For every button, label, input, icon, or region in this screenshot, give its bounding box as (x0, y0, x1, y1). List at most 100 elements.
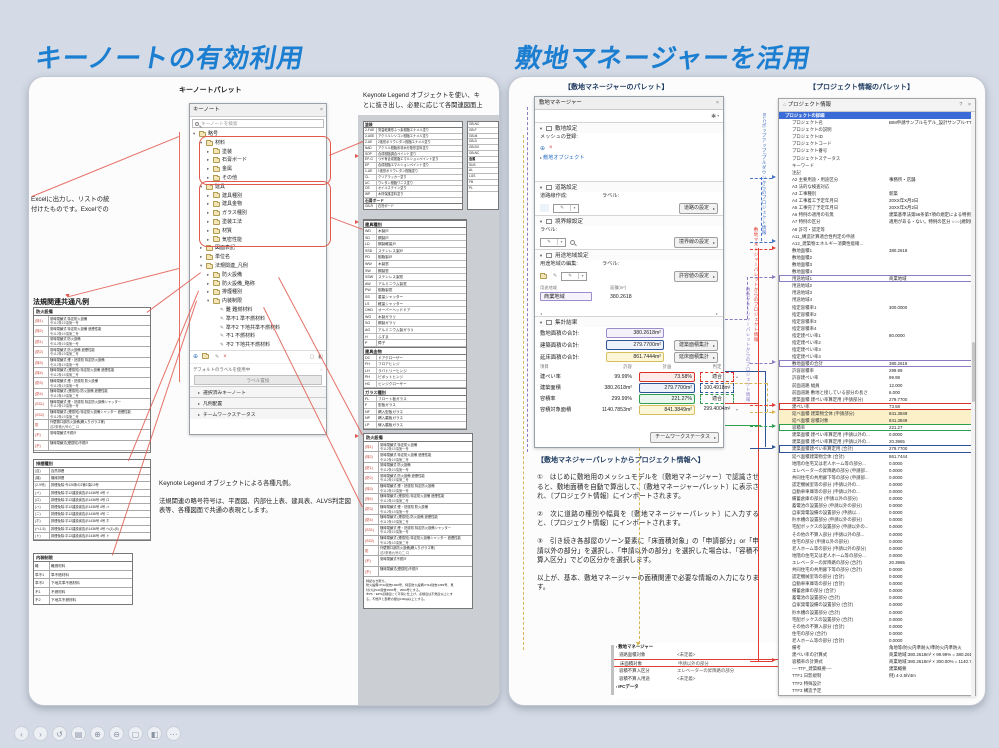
property-row[interactable]: 認定機械室等の部分 (申請以外の...0.0000 (779, 481, 975, 488)
property-row[interactable]: プロジェクトコード (779, 140, 975, 147)
property-row[interactable]: プロジェクト番号 (779, 147, 975, 154)
property-row[interactable]: プロジェクトステータス (779, 155, 975, 162)
section-zoning-settings[interactable]: ▼用途地域設定 (535, 249, 723, 260)
property-row[interactable]: 地階の住宅又は老人ホーム等の部分...0.0000 (779, 460, 975, 467)
property-row[interactable]: 敷地面積1380.2618 (779, 247, 975, 254)
help-icon[interactable]: ? (959, 102, 962, 108)
close-icon[interactable]: × (716, 97, 719, 109)
property-row[interactable]: 認定機械室等の部分 (合計)0.0000 (779, 573, 975, 580)
property-row[interactable]: その他の不算入部分 (申請以外の部...0.0000 (779, 531, 975, 538)
property-row[interactable]: 共同住宅の共用廊下等の部分 (合計)0.0000 (779, 566, 975, 573)
property-row[interactable]: 許容建ぺい率99.99 (779, 374, 975, 381)
property-row[interactable]: 老人ホーム等の部分 (申請以外の部分)0.0000 (779, 545, 975, 552)
label-replace-button[interactable]: ラベル置換 (194, 375, 322, 385)
tree-item[interactable]: ✎不2 下地共不燃材料 (190, 341, 326, 350)
property-row[interactable]: 敷地面積4 (779, 268, 975, 275)
property-row[interactable]: 宅配ボックスの設置部分 (合計)0.0000 (779, 616, 975, 623)
property-row[interactable]: 共同住宅の共用廊下等の部分 (申請部...0.0000 (779, 474, 975, 481)
property-row[interactable]: 用途地域2 (779, 282, 975, 289)
boundary-settings-button[interactable]: 境界線の設定 (674, 237, 718, 248)
property-row[interactable]: TTF2 特殊設計 (779, 680, 975, 687)
property-row[interactable]: A4 工事着工予定年月日20XX年X月2日 (779, 197, 975, 204)
property-row[interactable]: プロジェクト名BIM申請サンプルモデル_設計サンプル-TTF Vecto... (779, 119, 975, 126)
property-row[interactable]: 指定容積率1300.0000 (779, 304, 975, 311)
property-row[interactable]: 延べ面積建築物全体 (合計)861.7444 (779, 453, 975, 460)
accordion-section[interactable]: チームワークステータス (190, 408, 326, 419)
tree-item[interactable]: ▸防火設備_略称 (190, 280, 326, 289)
new-folder-icon[interactable] (202, 354, 209, 359)
tree-item[interactable]: ▾法規関連_凡例 (190, 262, 326, 271)
layout-icon[interactable]: ◧ (147, 726, 162, 741)
property-row[interactable]: その他の不算入部分 (合計)0.0000 (779, 623, 975, 630)
property-row[interactable]: キーワード (779, 162, 975, 169)
tree-item[interactable]: ✎不1 不燃材料 (190, 332, 326, 341)
search-input[interactable]: キーノートを検索 (192, 119, 324, 128)
property-row[interactable]: A2 主要用途・用途区分事務所・店舗 (779, 176, 975, 183)
building-area-button[interactable]: 建築面積集計 (674, 340, 718, 351)
property-row[interactable]: 建ぺい率73.58 (779, 403, 975, 410)
property-row[interactable]: プロジェクトID (779, 133, 975, 140)
add-keynote-icon[interactable]: ⊕ (193, 353, 198, 360)
close-icon[interactable]: × (320, 104, 323, 116)
property-row[interactable]: 指定建ぺい率3 (779, 346, 975, 353)
zoning-label-dropdown[interactable]: ✎▾ (561, 272, 587, 281)
property-row[interactable]: A3 法的な検査対応 (779, 183, 975, 190)
tree-item[interactable]: ▸防火設備 (190, 271, 326, 280)
edit-icon[interactable]: ✎ (215, 354, 219, 360)
section-road-settings[interactable]: ▼道路設定 (535, 181, 723, 192)
property-row[interactable]: 指定建ぺい率4 (779, 353, 975, 360)
property-row[interactable]: 蓄電池の設置部分 (申請以外の部分)0.0000 (779, 502, 975, 509)
accordion-section[interactable]: 凡例配置 (190, 397, 326, 408)
property-row[interactable]: 自家発電設備の設置部分 (合計)0.0000 (779, 601, 975, 608)
property-row[interactable]: 延べ面積 建築物全体 (申請部分)841.3849 (779, 410, 975, 417)
property-row[interactable]: 備蓄倉庫の部分 (合計)0.0000 (779, 587, 975, 594)
chevron-right-icon[interactable]: › (33, 726, 48, 741)
add-mesh-icon[interactable]: ⊕ (540, 145, 545, 152)
property-row[interactable]: 容積率の計算式商業地域:380.2618m² × 300.00% = 1140.… (779, 658, 975, 665)
property-row[interactable]: 蓄電池の設置部分 (合計)0.0000 (779, 594, 975, 601)
property-row[interactable]: 建築面積 建ぺい率算定用 (申請以外の...0.0000 (779, 431, 975, 438)
property-row[interactable]: 指定建ぺい率2 (779, 339, 975, 346)
property-row[interactable]: 住宅の部分 (合計)0.0000 (779, 630, 975, 637)
section-boundary-settings[interactable]: ▼境界線設定 (535, 215, 723, 226)
scroll-left-icon[interactable]: ◂ (540, 311, 542, 316)
property-row[interactable]: 備蓄倉庫の部分 (申請以外の部分)0.0000 (779, 495, 975, 502)
property-row[interactable]: 貯水槽の設置部分 (合計)0.0000 (779, 609, 975, 616)
allowance-settings-button[interactable]: 許容値の設定 (674, 271, 718, 282)
gear-icon[interactable]: ✱ (711, 113, 716, 120)
zoom-to-icon[interactable] (570, 240, 575, 245)
site-object-link[interactable]: ▸ 敷地オブジェクト (535, 154, 723, 163)
tree-item[interactable]: ▸排煙種別 (190, 288, 326, 297)
property-row[interactable]: 自動車車庫等の部分 (合計)0.0000 (779, 580, 975, 587)
road-label-dropdown[interactable]: ✎▾ (553, 204, 579, 213)
property-row[interactable]: プロジェクトの詳細 (779, 112, 975, 119)
property-row[interactable]: 指定建ぺい率180.0000 (779, 332, 975, 339)
property-row[interactable]: A5 工事完了予定年月日20XX年X月2日 (779, 204, 975, 211)
floor-area-button[interactable]: 延床面積集計 (674, 352, 718, 363)
property-row[interactable]: 用途地域4 (779, 296, 975, 303)
tree-item[interactable]: ▸単位名 (190, 253, 326, 262)
import-icon[interactable]: ▢ (310, 354, 315, 360)
property-row[interactable]: 老人ホーム等の部分 (合計)0.0000 (779, 637, 975, 644)
tree-item[interactable]: ▾内装制限 (190, 297, 326, 306)
close-icon[interactable]: × (968, 102, 971, 108)
scroll-right-icon[interactable]: ▸ (716, 311, 718, 316)
property-row[interactable]: 容積率221.27 (779, 424, 975, 431)
property-row[interactable]: プロジェクトの説明 (779, 126, 975, 133)
zoom-in-icon[interactable]: ⊕ (90, 726, 105, 741)
property-row[interactable]: 宅配ボックスの設置部分 (申請以外の...0.0000 (779, 523, 975, 530)
property-row[interactable]: A7 特例の区分適用がある・ない。特例の区分 ○○○(規制緩和)不... (779, 218, 975, 225)
road-tool-icon[interactable] (540, 204, 549, 212)
zone-row[interactable]: 商業地域 380.2618 (540, 291, 718, 302)
delete-icon[interactable]: × (223, 354, 227, 360)
property-row[interactable]: 前面道路 幅員12.000 (779, 382, 975, 389)
road-settings-button[interactable]: 道路の設定 (679, 203, 718, 214)
property-row[interactable]: 建築面積 建ぺい率算定用 (申請部分)279.7700 (779, 396, 975, 403)
property-row[interactable]: A3 工事種別新築 (779, 190, 975, 197)
property-row[interactable]: 自家発電設備の設置部分 (申請以...0.0000 (779, 509, 975, 516)
section-totals[interactable]: ▼集計結果 (535, 316, 723, 327)
more-icon[interactable]: ⋯ (166, 726, 181, 741)
zoning-edit-icon[interactable]: ✎ (553, 273, 557, 279)
scrollbar[interactable] (971, 112, 975, 697)
property-row[interactable]: 延べ面積 容積対象841.3849 (779, 417, 975, 424)
